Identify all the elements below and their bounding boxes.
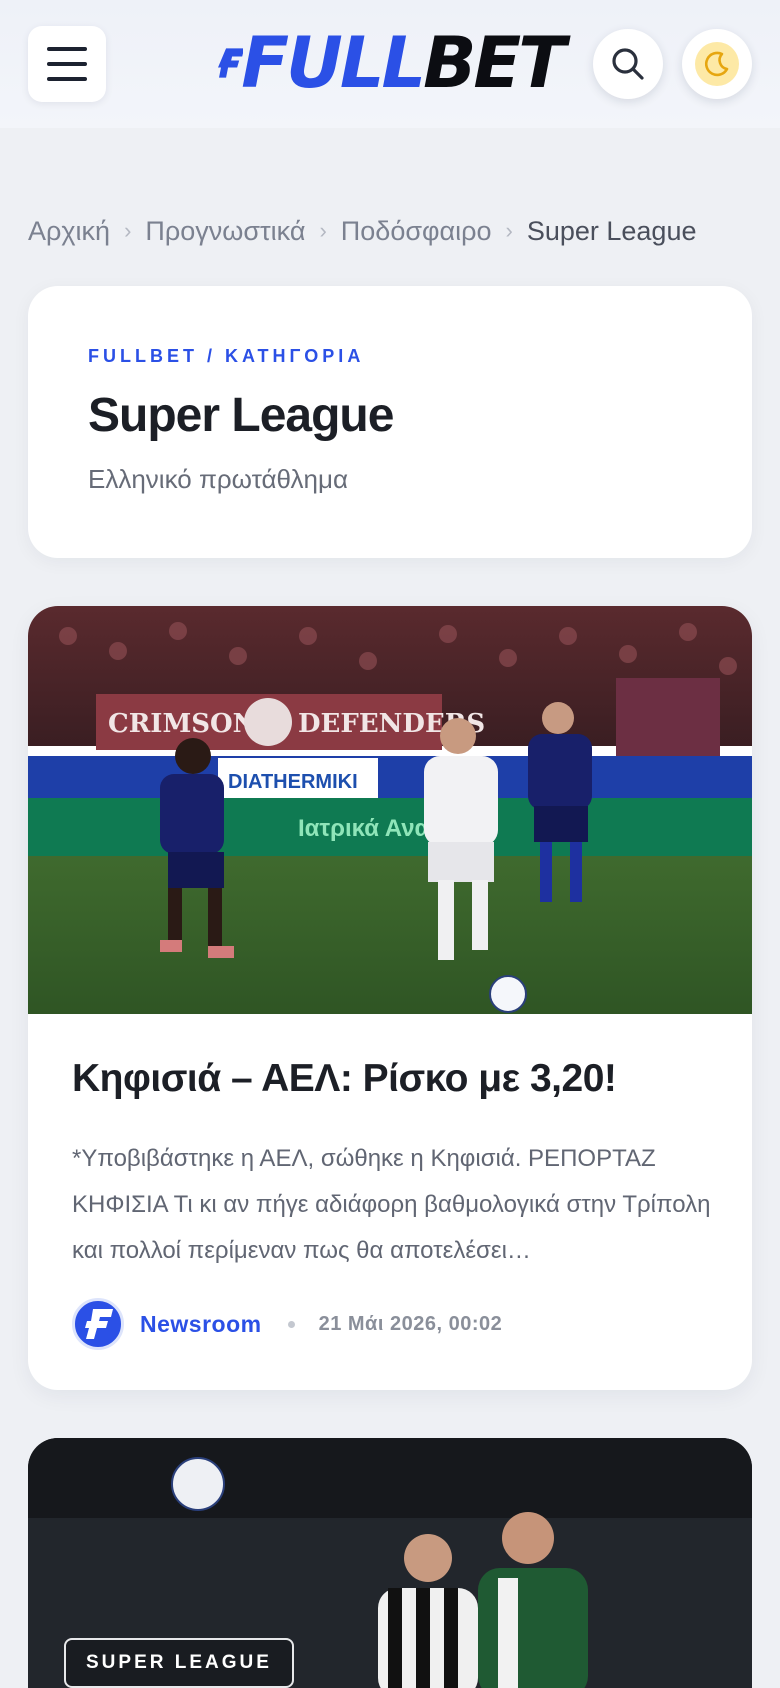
breadcrumb-football[interactable]: Ποδόσφαιρο <box>341 216 492 247</box>
article-date: 21 Μάι 2026, 00:02 <box>318 1312 503 1335</box>
article-meta: Newsroom 21 Μάι 2026, 00:02 <box>72 1298 712 1350</box>
category-subtitle: Ελληνικό πρωτάθλημα <box>88 464 348 494</box>
search-icon <box>612 48 644 80</box>
category-badge[interactable]: SUPER LEAGUE <box>64 1638 294 1688</box>
article-excerpt: *Υποβιβάστηκε η ΑΕΛ, σώθηκε η Κηφισιά. Ρ… <box>72 1145 711 1264</box>
banner-text-diathermiki: DIATHERMIKI <box>228 771 358 793</box>
page-title: Super League <box>88 389 394 442</box>
author-name[interactable]: Newsroom <box>140 1311 262 1338</box>
article-image[interactable]: CRIMSON DEFENDERS DIATHERMIKI Ιατρικά Αν… <box>28 606 752 1014</box>
article-card[interactable]: SUPER LEAGUE <box>28 1438 752 1688</box>
site-header: FULLBET <box>0 0 780 128</box>
theme-toggle-button[interactable] <box>682 29 752 99</box>
banner-text-sponsor: Ιατρικά Αναλ <box>298 815 443 842</box>
site-logo[interactable]: FULLBET <box>218 28 566 98</box>
breadcrumb: Αρχική › Προγνωστικά › Ποδόσφαιρο › Supe… <box>28 214 696 248</box>
moon-icon <box>704 51 729 77</box>
chevron-right-icon: › <box>124 218 132 243</box>
category-header-card: FULLBET / ΚΑΤΗΓΟΡΙΑ Super League Ελληνικ… <box>28 286 752 558</box>
logo-full: FULL <box>241 22 426 104</box>
meta-separator <box>287 1320 295 1328</box>
menu-button[interactable] <box>28 26 106 102</box>
banner-text-crimson: CRIMSON <box>108 709 256 739</box>
chevron-right-icon: › <box>319 218 327 243</box>
search-button[interactable] <box>593 29 663 99</box>
breadcrumb-home[interactable]: Αρχική <box>28 216 110 247</box>
breadcrumb-predictions[interactable]: Προγνωστικά <box>145 216 305 247</box>
logo-mark-icon <box>85 1309 113 1339</box>
hamburger-menu-icon <box>47 47 87 51</box>
breadcrumb-current: Super League <box>526 215 697 246</box>
article-card[interactable]: CRIMSON DEFENDERS DIATHERMIKI Ιατρικά Αν… <box>28 606 752 1390</box>
author-avatar[interactable] <box>72 1298 124 1350</box>
article-title[interactable]: Κηφισιά – ΑΕΛ: Ρίσκο με 3,20! <box>72 1056 712 1103</box>
category-kicker: FULLBET / ΚΑΤΗΓΟΡΙΑ <box>88 346 365 366</box>
logo-mark-icon <box>218 48 244 78</box>
logo-bet: BET <box>423 22 566 104</box>
logo-text: FULLBET <box>241 28 566 98</box>
chevron-right-icon: › <box>505 218 513 243</box>
